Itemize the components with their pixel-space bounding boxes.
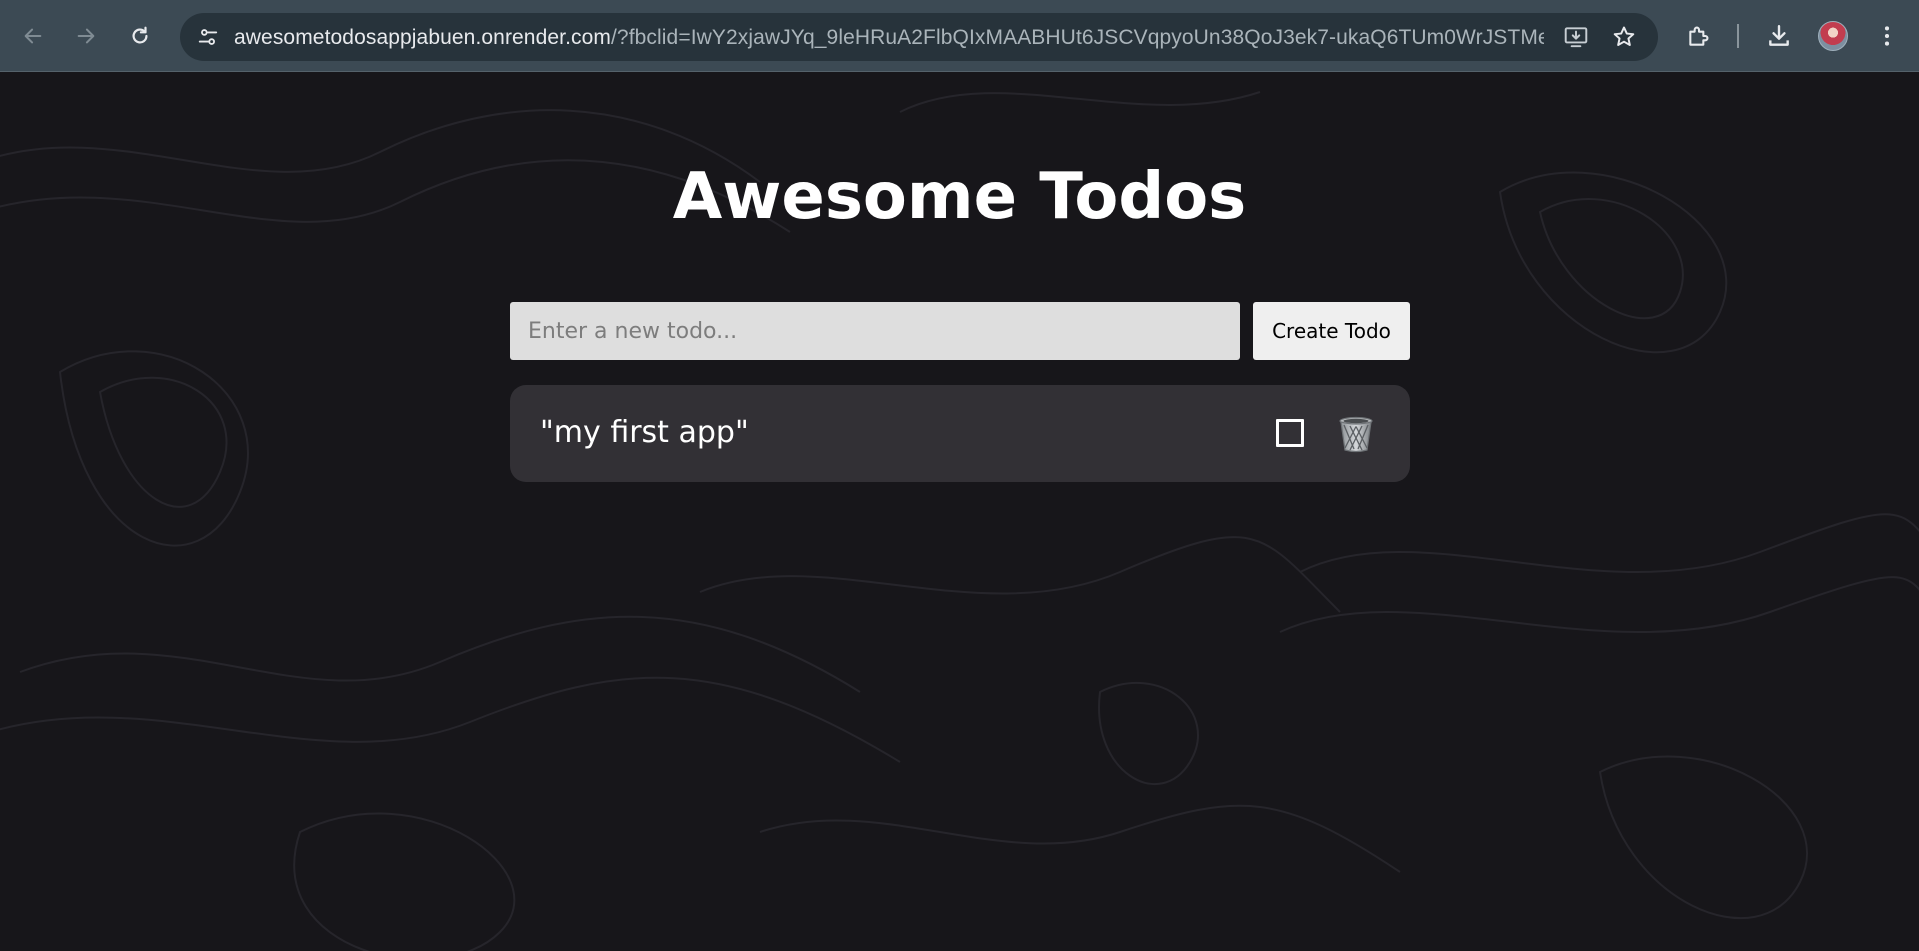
new-todo-input[interactable] [510, 302, 1240, 360]
delete-todo-button[interactable] [1334, 412, 1378, 456]
page-title: Awesome Todos [672, 160, 1247, 234]
wastebasket-icon [1339, 416, 1373, 453]
site-info-button[interactable] [192, 21, 224, 53]
reload-icon [132, 26, 148, 44]
back-button[interactable] [15, 18, 51, 54]
download-icon [1769, 25, 1789, 46]
address-bar[interactable]: awesometodosappjabuen.onrender.com/?fbcl… [180, 13, 1658, 61]
todo-complete-checkbox[interactable] [1276, 419, 1304, 447]
page-viewport: Awesome Todos Create Todo "my first app" [0, 72, 1919, 951]
url-text[interactable]: awesometodosappjabuen.onrender.com/?fbcl… [234, 26, 1544, 50]
star-icon [1613, 26, 1635, 46]
profile-avatar[interactable] [1818, 21, 1848, 51]
url-host: awesometodosappjabuen.onrender.com [234, 26, 611, 49]
extensions-button[interactable] [1681, 18, 1717, 54]
install-app-button[interactable] [1562, 23, 1590, 51]
arrow-left-icon [24, 28, 42, 44]
arrow-right-icon [77, 28, 95, 44]
bookmark-button[interactable] [1610, 23, 1638, 51]
todo-item: "my first app" [510, 385, 1410, 482]
url-path: /?fbclid=IwY2xjawJYq_9leHRuA2FlbQIxMAABH… [611, 26, 1544, 49]
forward-button[interactable] [68, 18, 104, 54]
toolbar-divider [1737, 24, 1739, 48]
tune-icon [198, 29, 218, 45]
todo-text: "my first app" [540, 415, 749, 450]
create-todo-button[interactable]: Create Todo [1253, 302, 1410, 360]
browser-menu-button[interactable] [1869, 18, 1905, 54]
kebab-menu-icon [1884, 26, 1890, 46]
puzzle-icon [1689, 26, 1709, 46]
browser-toolbar: awesometodosappjabuen.onrender.com/?fbcl… [0, 0, 1919, 72]
reload-button[interactable] [122, 18, 158, 54]
downloads-button[interactable] [1761, 18, 1797, 54]
install-app-icon [1564, 27, 1588, 48]
